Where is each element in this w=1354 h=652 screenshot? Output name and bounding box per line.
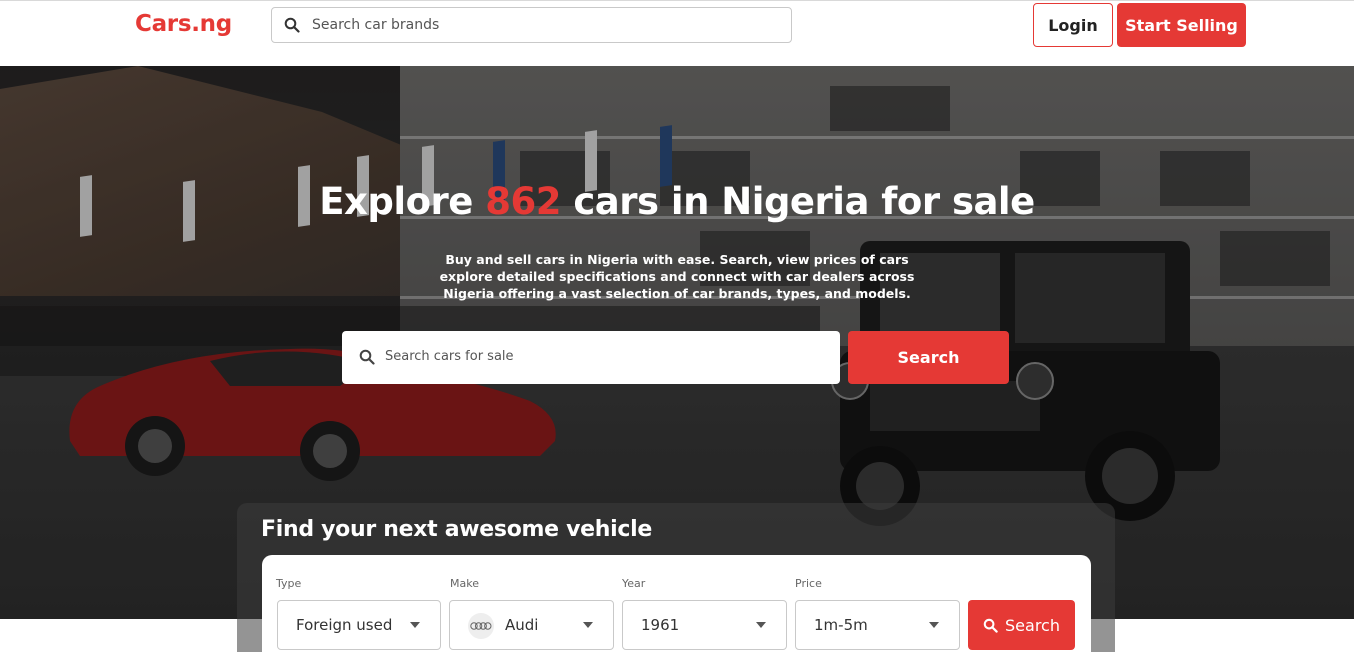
hero-search-button[interactable]: Search: [848, 331, 1009, 384]
audi-logo-icon: [468, 613, 494, 639]
chevron-down-icon: [929, 622, 939, 628]
price-select[interactable]: 1m-5m: [795, 600, 960, 650]
year-select[interactable]: 1961: [622, 600, 787, 650]
brand-search-input[interactable]: Search car brands: [271, 7, 792, 43]
price-label: Price: [795, 577, 822, 590]
type-label: Type: [276, 577, 302, 590]
chevron-down-icon: [583, 622, 593, 628]
hero-subtitle: Buy and sell cars in Nigeria with ease. …: [439, 252, 915, 301]
site-logo[interactable]: Cars.ng: [135, 11, 232, 37]
site-header: Cars.ng Search car brands Login Start Se…: [0, 0, 1354, 66]
search-icon: [284, 17, 300, 33]
chevron-down-icon: [756, 622, 766, 628]
type-select-value: Foreign used: [296, 616, 393, 634]
hero-car-count: 862: [485, 180, 561, 223]
search-icon: [359, 349, 375, 365]
finder-search-button[interactable]: Search: [968, 600, 1075, 650]
start-selling-button[interactable]: Start Selling: [1117, 3, 1246, 47]
year-label: Year: [622, 577, 646, 590]
car-search-placeholder: Search cars for sale: [385, 349, 514, 364]
finder-title: Find your next awesome vehicle: [261, 517, 652, 542]
brand-search-placeholder: Search car brands: [312, 17, 440, 33]
make-label: Make: [450, 577, 479, 590]
finder-search-label: Search: [1005, 615, 1060, 635]
hero-title-prefix: Explore: [319, 180, 486, 223]
price-select-value: 1m-5m: [814, 616, 868, 634]
hero-title-suffix: cars in Nigeria for sale: [560, 180, 1035, 223]
make-select[interactable]: Audi: [449, 600, 614, 650]
make-select-value: Audi: [505, 616, 539, 634]
search-icon: [983, 618, 998, 633]
type-select[interactable]: Foreign used: [277, 600, 441, 650]
hero-title: Explore 862 cars in Nigeria for sale: [0, 180, 1354, 223]
login-button[interactable]: Login: [1033, 3, 1113, 47]
car-search-input[interactable]: Search cars for sale: [342, 331, 840, 384]
year-select-value: 1961: [641, 616, 680, 634]
chevron-down-icon: [410, 622, 420, 628]
